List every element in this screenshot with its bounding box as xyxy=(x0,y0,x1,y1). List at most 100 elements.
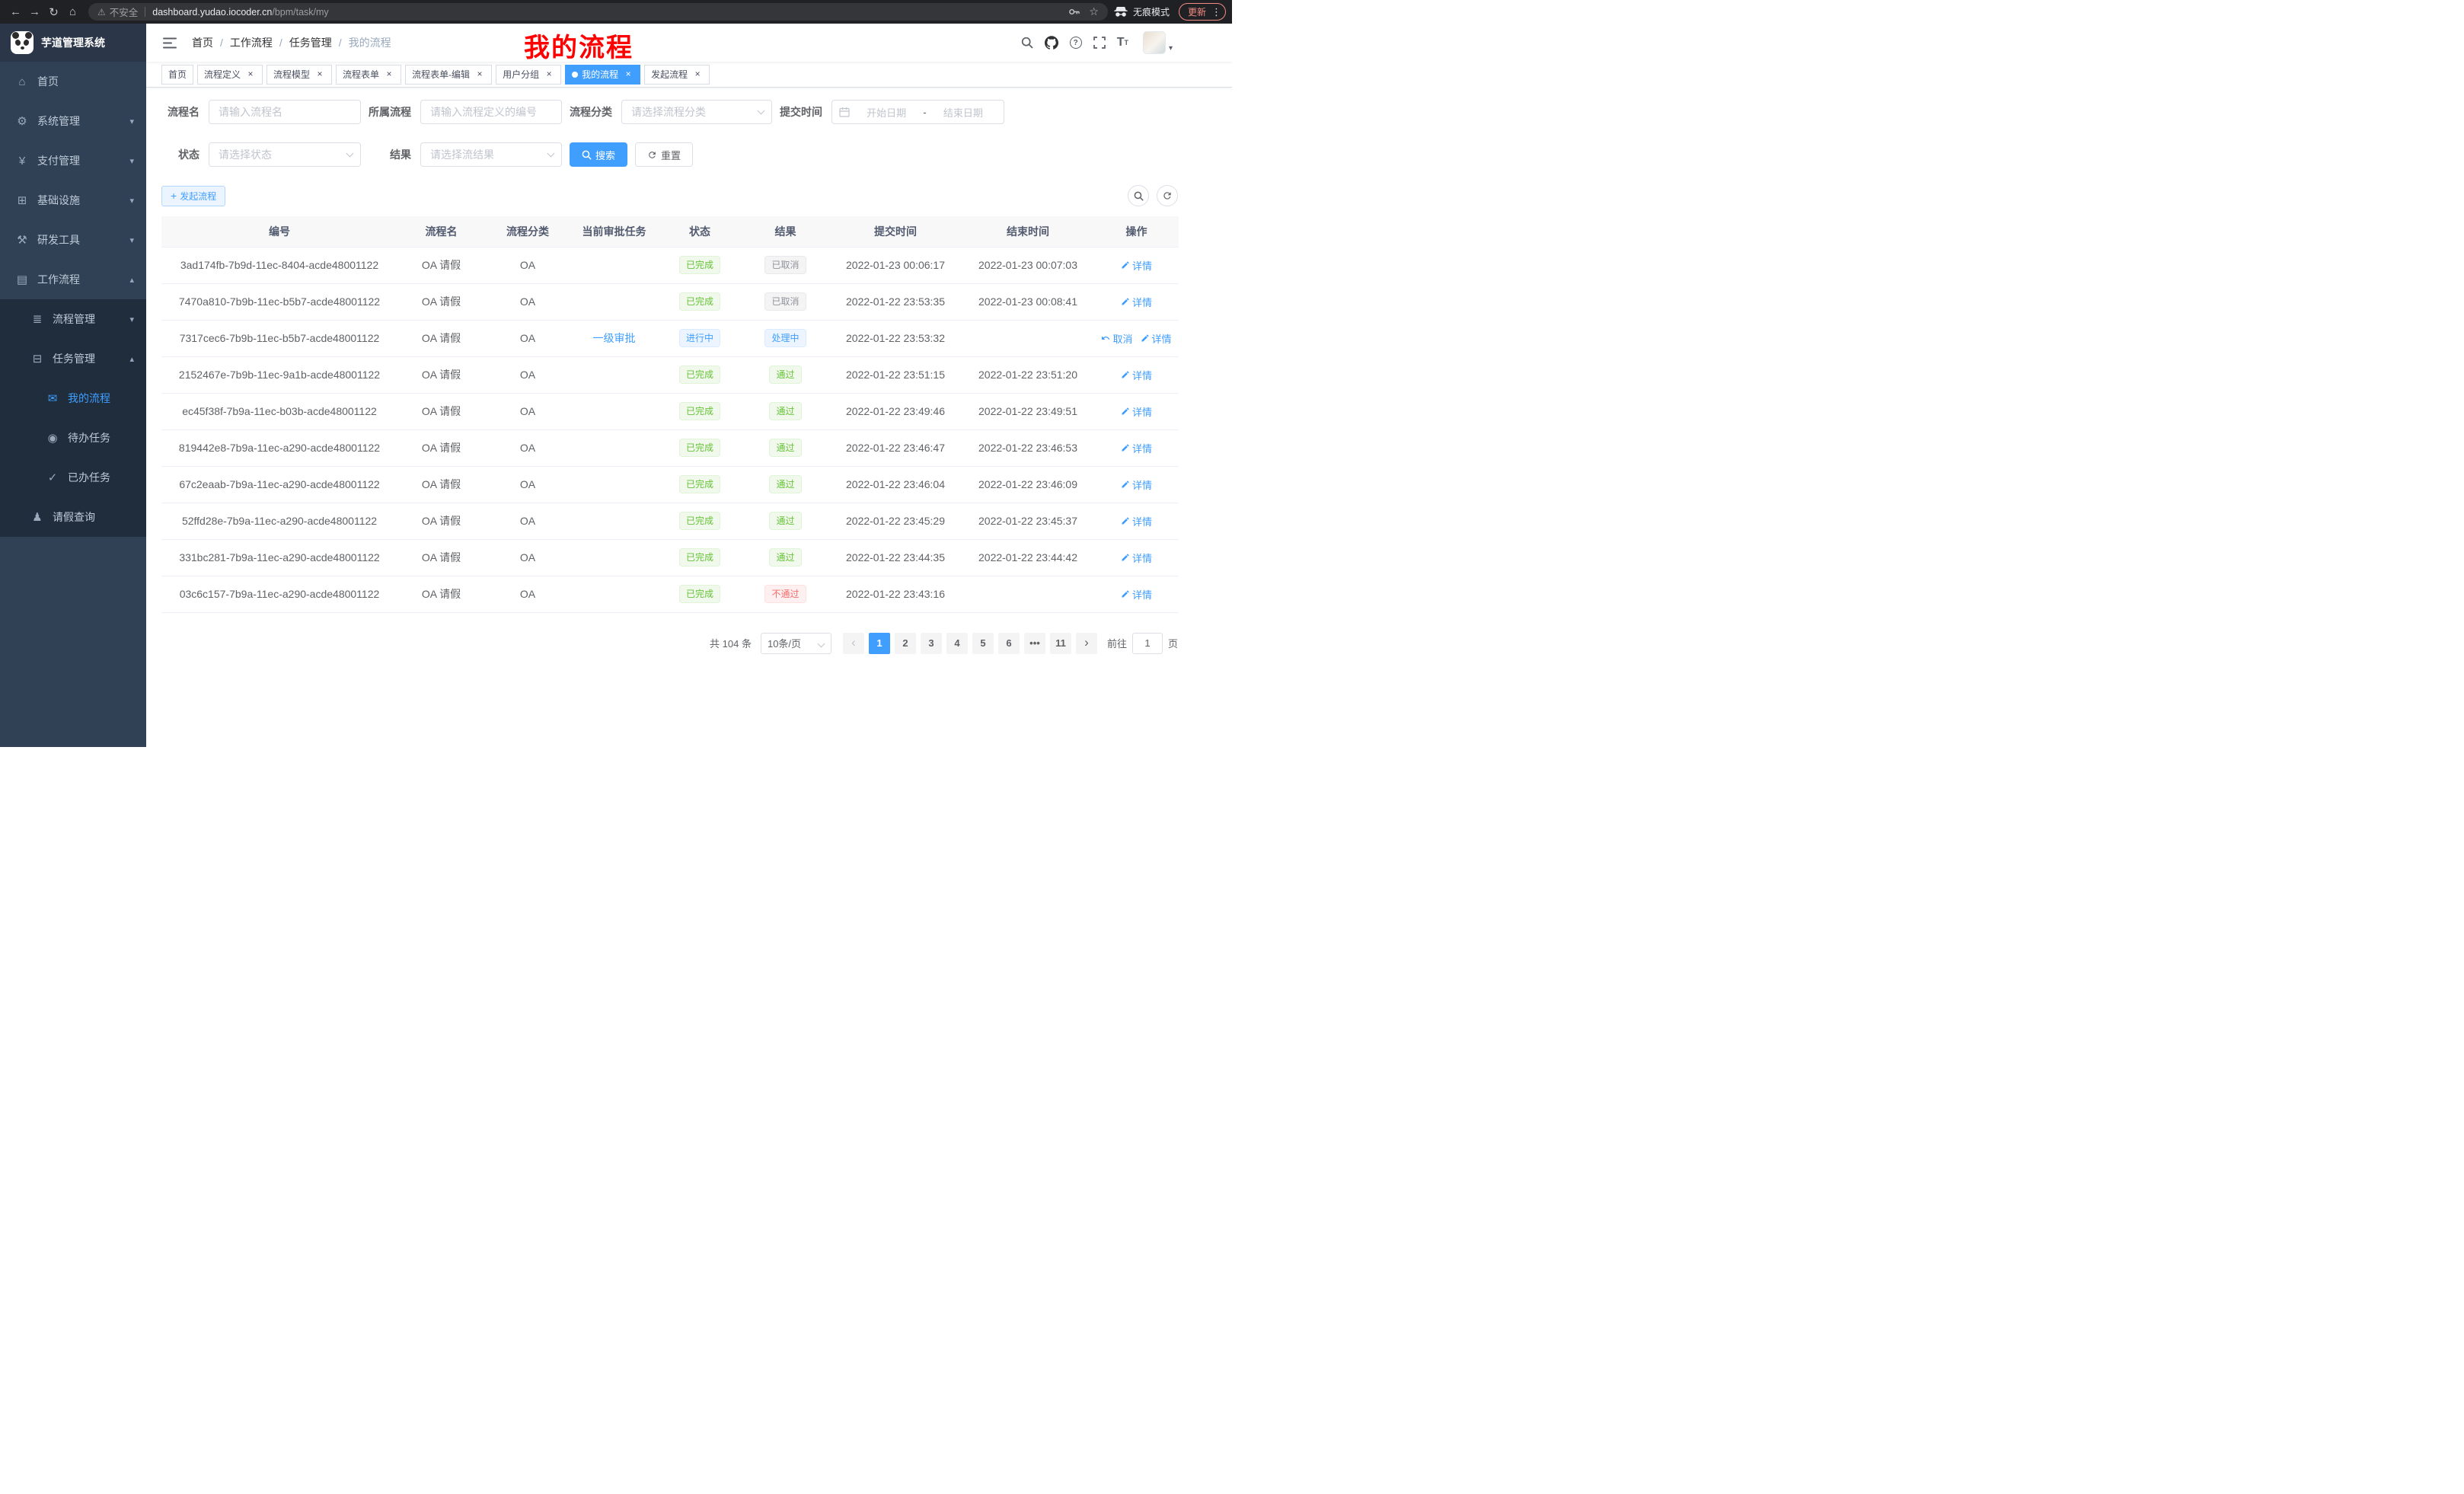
current-task-link[interactable]: 一级审批 xyxy=(593,332,636,344)
next-page-button[interactable]: › xyxy=(1076,633,1097,654)
detail-button[interactable]: 详情 xyxy=(1141,331,1172,346)
detail-button[interactable]: 详情 xyxy=(1121,368,1152,382)
detail-button[interactable]: 详情 xyxy=(1121,258,1152,273)
tab-process-form-edit[interactable]: 流程表单-编辑× xyxy=(405,65,492,85)
cell-submit-time: 2022-01-22 23:46:04 xyxy=(829,466,962,503)
result-select-input[interactable] xyxy=(420,142,562,167)
sidebar-item-process-management[interactable]: ≣流程管理▾ xyxy=(0,299,146,339)
sidebar-item-leave-query[interactable]: ♟请假查询 xyxy=(0,497,146,537)
detail-button[interactable]: 详情 xyxy=(1121,514,1152,528)
cell-process-name: OA 请假 xyxy=(397,393,485,429)
tab-my-process[interactable]: 我的流程× xyxy=(565,65,640,85)
cell-id: 7470a810-7b9b-11ec-b5b7-acde48001122 xyxy=(161,283,397,320)
back-icon[interactable]: ← xyxy=(6,5,25,18)
prev-page-button[interactable]: ‹ xyxy=(843,633,864,654)
sidebar-item-dev-tools[interactable]: ⚒研发工具▾ xyxy=(0,220,146,260)
sidebar-item-done-tasks[interactable]: ✓已办任务 xyxy=(0,458,146,497)
breadcrumb-item-3: 我的流程 xyxy=(349,35,391,50)
close-icon[interactable]: × xyxy=(623,69,634,80)
tab-create-process[interactable]: 发起流程× xyxy=(644,65,710,85)
page-button-3[interactable]: 3 xyxy=(921,633,942,654)
user-menu[interactable]: ▾ xyxy=(1143,31,1173,54)
avatar[interactable] xyxy=(1143,31,1166,54)
reload-icon[interactable]: ↻ xyxy=(44,5,63,19)
cancel-button[interactable]: 取消 xyxy=(1101,331,1132,346)
github-icon[interactable] xyxy=(1045,36,1058,49)
sidebar-item-label: 我的流程 xyxy=(68,391,110,406)
tab-process-model[interactable]: 流程模型 × xyxy=(267,65,332,85)
edit-icon xyxy=(1121,589,1130,599)
sidebar-item-label: 流程管理 xyxy=(53,311,95,327)
close-icon[interactable]: × xyxy=(692,69,703,80)
search-icon[interactable] xyxy=(1021,37,1033,49)
sidebar-item-todo-tasks[interactable]: ◉待办任务 xyxy=(0,418,146,458)
tab-home[interactable]: 首页 xyxy=(161,65,193,85)
close-icon[interactable]: × xyxy=(384,69,394,80)
page-button-6[interactable]: 6 xyxy=(998,633,1020,654)
sidebar-item-infrastructure[interactable]: ⊞基础设施▾ xyxy=(0,180,146,220)
page-size-select[interactable]: 10条/页 xyxy=(761,633,831,654)
breadcrumb-item-0[interactable]: 首页 xyxy=(192,35,213,50)
cell-submit-time: 2022-01-23 00:06:17 xyxy=(829,247,962,283)
bookmark-star-icon[interactable]: ☆ xyxy=(1089,5,1099,18)
address-bar[interactable]: ⚠ 不安全 dashboard.yudao.iocoder.cn /bpm/ta… xyxy=(88,3,1108,21)
category-select[interactable] xyxy=(621,100,772,124)
browser-home-icon[interactable]: ⌂ xyxy=(63,5,82,18)
page-button-2[interactable]: 2 xyxy=(895,633,916,654)
page-button-11[interactable]: 11 xyxy=(1050,633,1071,654)
create-process-button[interactable]: + 发起流程 xyxy=(161,186,225,206)
sidebar-item-system[interactable]: ⚙系统管理▾ xyxy=(0,101,146,141)
close-icon[interactable]: × xyxy=(245,69,256,80)
breadcrumb-item-2[interactable]: 任务管理 xyxy=(289,35,332,50)
close-icon[interactable]: × xyxy=(314,69,325,80)
sidebar-item-workflow[interactable]: ▤工作流程▴ xyxy=(0,260,146,299)
detail-button[interactable]: 详情 xyxy=(1121,551,1152,565)
status-select-input[interactable] xyxy=(209,142,361,167)
goto-page-input[interactable] xyxy=(1132,633,1163,654)
sidebar-item-my-process[interactable]: ✉我的流程 xyxy=(0,378,146,418)
hamburger-icon[interactable] xyxy=(157,37,183,49)
help-question-icon[interactable]: ? xyxy=(1070,37,1082,49)
close-icon[interactable]: × xyxy=(544,69,554,80)
status-select[interactable] xyxy=(209,142,361,167)
security-label[interactable]: 不安全 xyxy=(110,5,139,19)
edit-icon xyxy=(1121,516,1130,525)
filter-category: 流程分类 xyxy=(570,100,772,124)
process-name-input[interactable] xyxy=(209,100,361,124)
password-key-icon[interactable] xyxy=(1068,6,1080,18)
close-icon[interactable]: × xyxy=(474,69,485,80)
detail-button[interactable]: 详情 xyxy=(1121,477,1152,492)
search-button[interactable]: 搜索 xyxy=(570,142,627,167)
font-size-icon[interactable]: TT xyxy=(1117,37,1128,49)
category-select-input[interactable] xyxy=(621,100,772,124)
refresh-table-button[interactable] xyxy=(1157,185,1178,206)
result-select[interactable] xyxy=(420,142,562,167)
cell-category: OA xyxy=(485,539,570,576)
detail-button[interactable]: 详情 xyxy=(1121,587,1152,602)
sidebar-logo[interactable]: 芋道管理系统 xyxy=(0,24,146,62)
tab-label: 流程模型 xyxy=(273,68,310,81)
forward-icon[interactable]: → xyxy=(25,5,44,18)
page-ellipsis-button[interactable]: ••• xyxy=(1024,633,1045,654)
detail-button[interactable]: 详情 xyxy=(1121,441,1152,455)
tab-process-form[interactable]: 流程表单× xyxy=(336,65,401,85)
status-tag: 已完成 xyxy=(679,366,720,384)
page-button-5[interactable]: 5 xyxy=(972,633,994,654)
update-button[interactable]: 更新 ⋮ xyxy=(1179,3,1226,21)
breadcrumb-item-1[interactable]: 工作流程 xyxy=(230,35,273,50)
detail-button[interactable]: 详情 xyxy=(1121,295,1152,309)
parent-process-input[interactable] xyxy=(420,100,562,124)
submit-time-range-picker[interactable]: 开始日期 - 结束日期 xyxy=(831,100,1004,124)
detail-button[interactable]: 详情 xyxy=(1121,404,1152,419)
fullscreen-icon[interactable] xyxy=(1093,37,1106,49)
toggle-search-button[interactable] xyxy=(1128,185,1149,206)
page-button-1[interactable]: 1 xyxy=(869,633,890,654)
page-button-4[interactable]: 4 xyxy=(946,633,968,654)
reset-button[interactable]: 重置 xyxy=(635,142,693,167)
tab-process-definition[interactable]: 流程定义× xyxy=(197,65,263,85)
menu-kebab-icon[interactable]: ⋮ xyxy=(1211,6,1221,18)
sidebar-item-task-management[interactable]: ⊟任务管理▴ xyxy=(0,339,146,378)
sidebar-item-payment[interactable]: ¥支付管理▾ xyxy=(0,141,146,180)
sidebar-item-home[interactable]: ⌂首页 xyxy=(0,62,146,101)
tab-user-group[interactable]: 用户分组× xyxy=(496,65,561,85)
